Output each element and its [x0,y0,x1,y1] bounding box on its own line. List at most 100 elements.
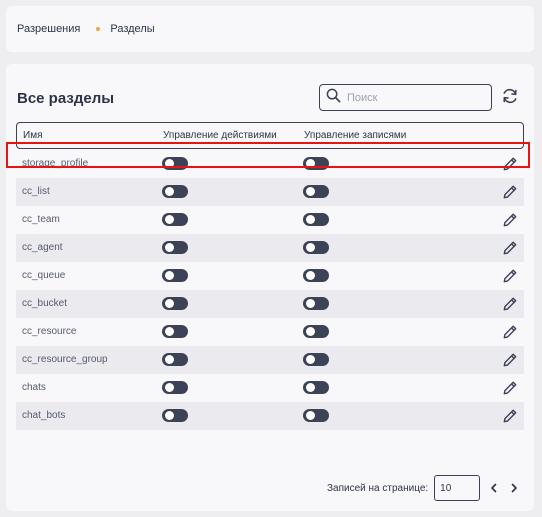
toggle-knob [165,187,174,196]
pencil-icon [502,241,518,259]
table-row: cc_bucket [16,290,524,318]
edit-button[interactable] [502,296,518,312]
toggle-knob [306,187,315,196]
records-toggle[interactable] [303,297,329,310]
table-row: storage_profile [16,150,524,178]
actions-toggle[interactable] [162,353,188,366]
section-name: cc_agent [22,242,63,253]
pencil-icon [502,157,518,175]
pencil-icon [502,325,518,343]
toggle-knob [306,159,315,168]
breadcrumb-separator [96,27,101,31]
actions-toggle[interactable] [162,269,188,282]
per-page-input[interactable] [434,475,481,501]
records-toggle[interactable] [303,269,329,282]
edit-button[interactable] [502,184,518,200]
records-toggle[interactable] [303,241,329,254]
table-row: cc_resource [16,318,524,346]
records-toggle[interactable] [303,185,329,198]
toggle-knob [165,271,174,280]
edit-button[interactable] [502,240,518,256]
toggle-knob [165,243,174,252]
section-name: cc_list [22,186,50,197]
table-row: chats [16,374,524,402]
section-name: cc_resource_group [22,354,108,365]
toggle-knob [306,411,315,420]
edit-button[interactable] [502,324,518,340]
breadcrumb-item-permissions[interactable]: Разрешения [17,23,80,35]
edit-button[interactable] [502,408,518,424]
edit-button[interactable] [502,212,518,228]
chevron-left-icon [491,483,497,493]
toggle-knob [165,299,174,308]
toggle-knob [165,411,174,420]
breadcrumb-item-sections: Разделы [110,23,155,35]
section-name: cc_queue [22,270,66,281]
section-name: cc_team [22,214,60,225]
records-toggle[interactable] [303,353,329,366]
records-toggle[interactable] [303,381,329,394]
pencil-icon [502,409,518,427]
refresh-button[interactable] [500,88,520,108]
table-row: chat_bots [16,402,524,430]
column-header-name[interactable]: Имя [23,130,42,141]
toggle-knob [165,327,174,336]
actions-toggle[interactable] [162,297,188,310]
pencil-icon [502,353,518,371]
actions-toggle[interactable] [162,185,188,198]
table-row: cc_team [16,206,524,234]
pencil-icon [502,213,518,231]
breadcrumb-bar: Разрешения Разделы [6,6,534,52]
pagination: Записей на странице: [327,475,520,501]
records-toggle[interactable] [303,325,329,338]
pencil-icon [502,269,518,287]
sections-panel: Все разделы Имя Управление действиями Уп… [6,64,534,511]
search-input[interactable] [347,91,487,104]
table-row: cc_queue [16,262,524,290]
records-toggle[interactable] [303,157,329,170]
table-row: cc_resource_group [16,346,524,374]
table-row: cc_list [16,178,524,206]
pencil-icon [502,185,518,203]
toggle-knob [306,243,315,252]
toggle-knob [165,383,174,392]
actions-toggle[interactable] [162,157,188,170]
section-name: chats [22,382,46,393]
section-name: cc_resource [22,326,77,337]
toggle-knob [165,215,174,224]
actions-toggle[interactable] [162,381,188,394]
actions-toggle[interactable] [162,325,188,338]
edit-button[interactable] [502,268,518,284]
actions-toggle[interactable] [162,213,188,226]
records-toggle[interactable] [303,409,329,422]
breadcrumb: Разрешения Разделы [17,23,155,35]
toggle-knob [306,327,315,336]
toggle-knob [306,355,315,364]
table-body: storage_profile cc_list cc_team cc_agent cc_… [16,150,524,430]
toggle-knob [306,299,315,308]
actions-toggle[interactable] [162,409,188,422]
search-icon [326,88,341,108]
records-toggle[interactable] [303,213,329,226]
toggle-knob [165,159,174,168]
search-box[interactable] [319,84,492,111]
toggle-knob [306,383,315,392]
edit-button[interactable] [502,156,518,172]
toggle-knob [165,355,174,364]
section-name: cc_bucket [22,298,68,309]
edit-button[interactable] [502,352,518,368]
column-header-actions: Управление действиями [163,130,277,141]
refresh-icon [501,87,519,110]
table-header: Имя Управление действиями Управление зап… [16,122,524,149]
prev-page-button[interactable] [488,482,500,494]
section-name: storage_profile [22,158,89,169]
toggle-knob [306,215,315,224]
per-page-label: Записей на странице: [327,482,429,494]
toggle-knob [306,271,315,280]
table-row: cc_agent [16,234,524,262]
next-page-button[interactable] [508,482,520,494]
column-header-records: Управление записями [304,130,407,141]
section-name: chat_bots [22,410,66,421]
actions-toggle[interactable] [162,241,188,254]
edit-button[interactable] [502,380,518,396]
